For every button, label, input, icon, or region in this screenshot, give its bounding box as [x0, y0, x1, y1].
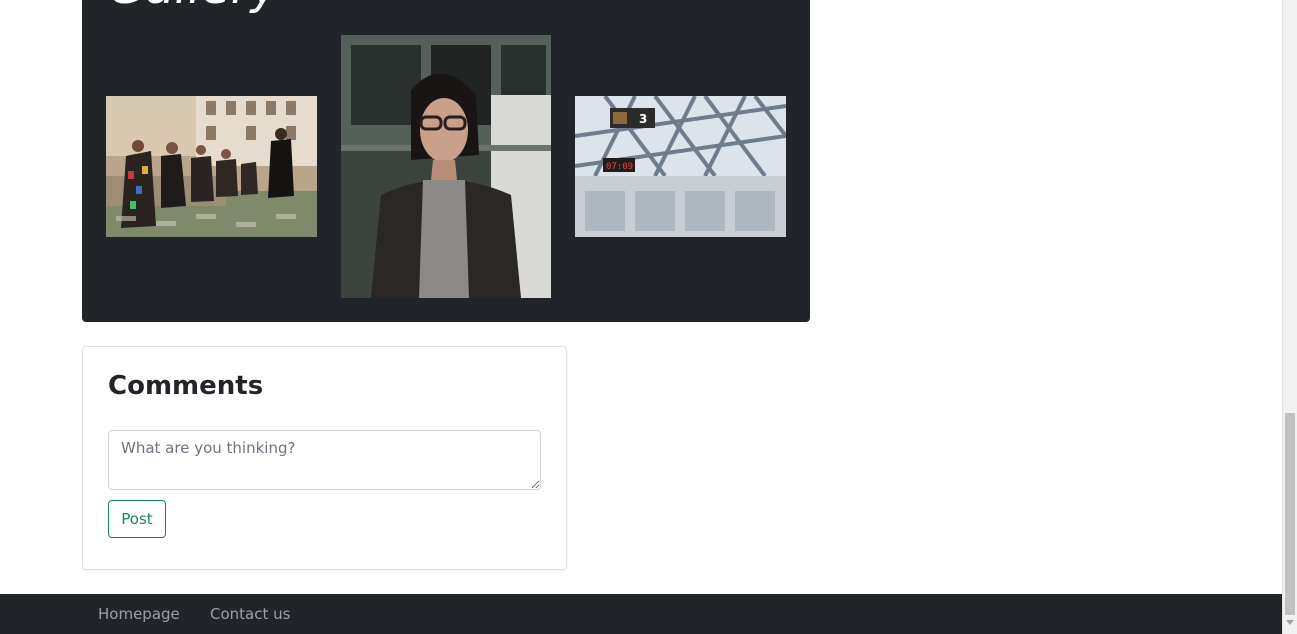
gallery-section: Gallery [82, 0, 810, 322]
footer-link-homepage[interactable]: Homepage [98, 605, 180, 623]
comment-input[interactable] [108, 430, 541, 490]
station-image: 3 07:09 [575, 96, 786, 237]
gallery-photo-station[interactable]: 3 07:09 [575, 96, 786, 237]
page: Gallery [0, 0, 1282, 634]
scrollbar-thumb[interactable] [1285, 413, 1295, 615]
scroll-down-arrow-icon[interactable] [1286, 620, 1294, 625]
gallery-photo-woman[interactable] [341, 35, 551, 298]
woman-portrait-image [341, 35, 551, 298]
comments-card: Comments Post [82, 346, 567, 570]
gallery-photo-musicians[interactable] [106, 96, 317, 237]
platform-sign-number: 3 [639, 112, 647, 126]
musicians-image [106, 96, 317, 237]
comments-title: Comments [108, 371, 264, 401]
footer: Homepage Contact us [0, 594, 1282, 634]
vertical-scrollbar[interactable] [1282, 0, 1297, 634]
station-clock: 07:09 [606, 162, 633, 172]
gallery-title: Gallery [108, 0, 279, 11]
footer-link-contact[interactable]: Contact us [210, 605, 290, 623]
post-button[interactable]: Post [108, 500, 166, 538]
